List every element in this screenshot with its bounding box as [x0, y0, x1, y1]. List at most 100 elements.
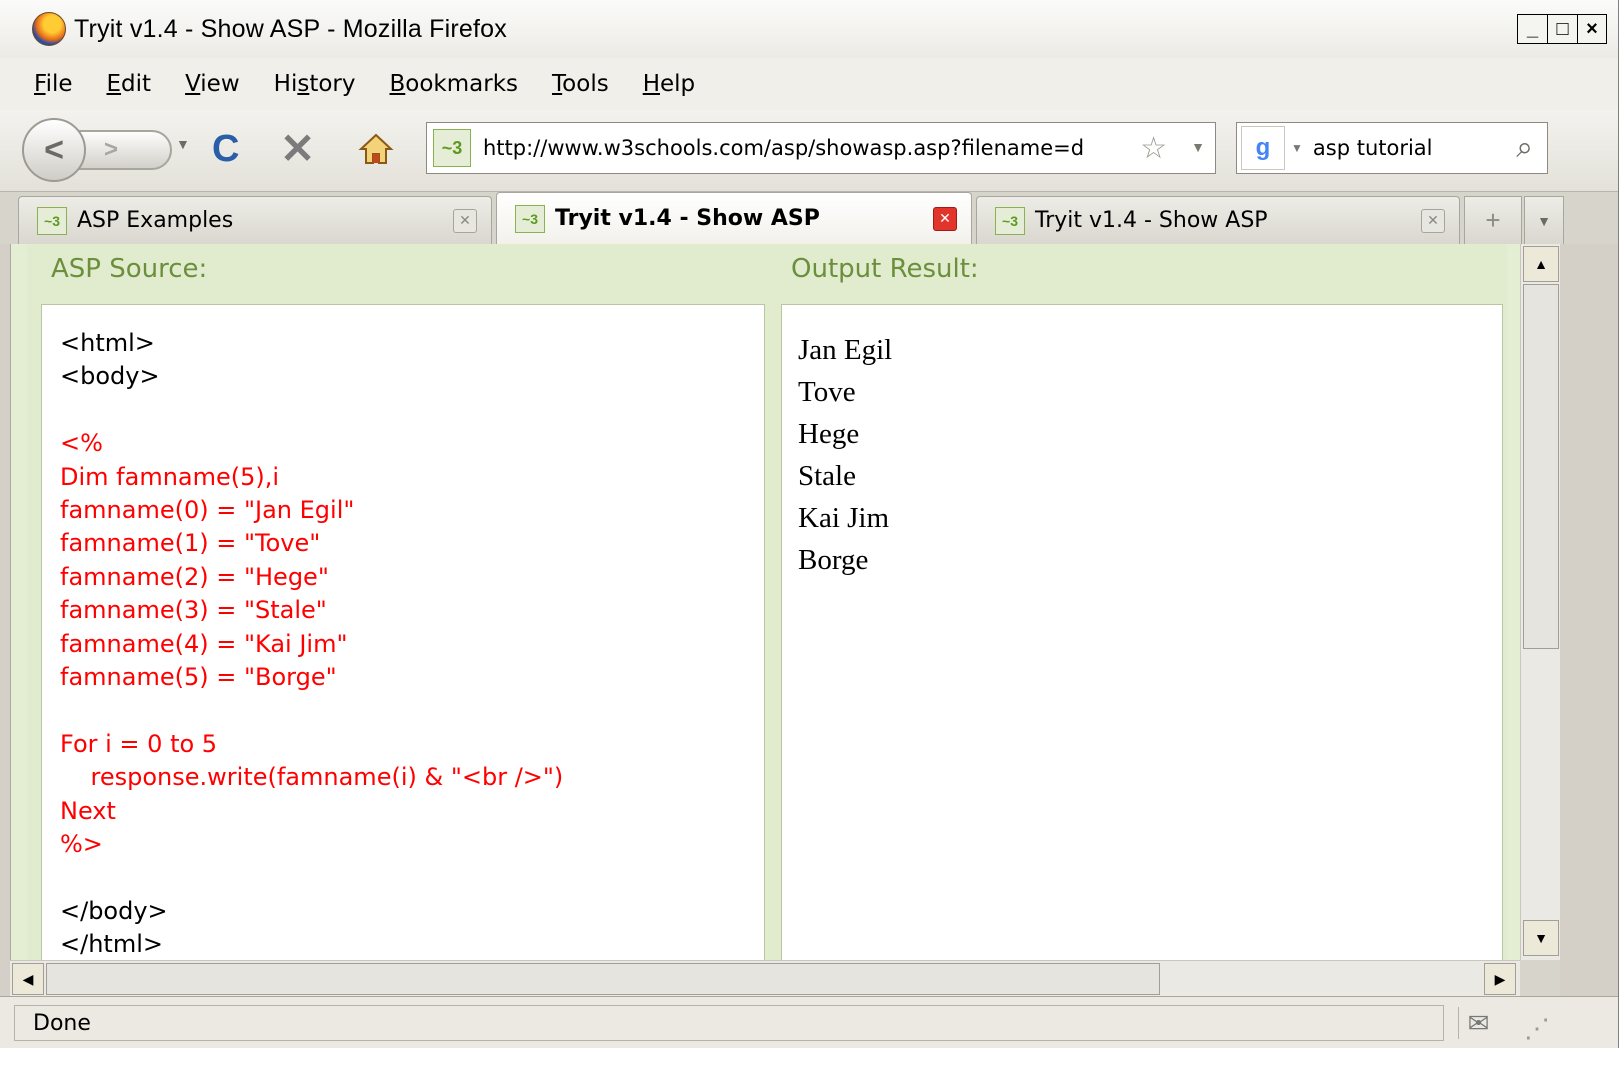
search-engine-dropdown-icon[interactable]: ▼ — [1291, 141, 1303, 155]
output-result: Jan Egil Tove Hege Stale Kai Jim Borge — [798, 329, 892, 581]
back-button[interactable]: < — [22, 118, 86, 182]
list-all-tabs-button[interactable]: ▼ — [1524, 196, 1564, 244]
desktop-background — [0, 1048, 1619, 1078]
plus-icon: + — [1485, 205, 1501, 235]
source-code-line — [60, 862, 563, 895]
vertical-scrollbar[interactable]: ▲ ▼ — [1520, 244, 1560, 960]
menu-bookmarks[interactable]: Bookmarks — [390, 71, 519, 97]
maximize-button[interactable]: □ — [1547, 14, 1577, 44]
minimize-button[interactable]: _ — [1517, 14, 1547, 44]
status-text: Done — [14, 1005, 1444, 1041]
tab-label: Tryit v1.4 - Show ASP — [1035, 208, 1268, 233]
reload-icon[interactable]: C — [212, 128, 239, 171]
navigation-toolbar: > < ▼ C ✕ ~3 http://www.w3schools.com/as… — [0, 110, 1618, 192]
search-bar[interactable]: g ▼ asp tutorial ⌕ — [1236, 122, 1548, 174]
tab-label: Tryit v1.4 - Show ASP — [555, 206, 820, 231]
tryit-container: ASP Source: Output Result: <html> <body> … — [27, 244, 1507, 960]
tab-close-icon[interactable]: ✕ — [933, 206, 957, 231]
new-tab-button[interactable]: + — [1464, 196, 1522, 244]
search-icon[interactable]: ⌕ — [1516, 131, 1533, 165]
horizontal-scrollbar[interactable]: ◀ ▶ — [10, 960, 1520, 996]
tab-strip: ~3 ASP Examples ✕ ~3 Tryit v1.4 - Show A… — [0, 192, 1618, 244]
forward-arrow-icon: > — [104, 136, 119, 163]
browser-window: Tryit v1.4 - Show ASP - Mozilla Firefox … — [0, 0, 1619, 1078]
search-input[interactable]: asp tutorial — [1313, 136, 1516, 160]
output-line: Tove — [798, 376, 856, 408]
source-code-line: famname(4) = "Kai Jim" — [60, 629, 348, 658]
site-favicon-icon: ~3 — [995, 206, 1025, 235]
home-icon[interactable] — [358, 132, 394, 166]
source-code-line: famname(0) = "Jan Egil" — [60, 496, 355, 525]
source-code-line: </html> — [60, 930, 163, 959]
google-icon[interactable]: g — [1241, 126, 1285, 170]
output-line: Kai Jim — [798, 502, 890, 534]
tab-close-icon[interactable]: ✕ — [453, 208, 477, 233]
url-text[interactable]: http://www.w3schools.com/asp/showasp.asp… — [483, 136, 1084, 160]
vertical-scroll-thumb[interactable] — [1523, 284, 1559, 649]
source-code-line: For i = 0 to 5 — [60, 729, 218, 758]
forward-button[interactable]: > — [72, 130, 172, 170]
menu-help[interactable]: Help — [643, 71, 695, 97]
status-bar: Done ✉ ⋰ — [0, 996, 1618, 1048]
source-pane: <html> <body> <% Dim famname(5),i famname(0… — [41, 304, 765, 960]
source-code-line — [60, 694, 563, 727]
tab-asp-examples[interactable]: ~3 ASP Examples ✕ — [18, 196, 492, 244]
source-code-line: famname(1) = "Tove" — [60, 529, 321, 558]
scroll-right-icon[interactable]: ▶ — [1484, 963, 1516, 995]
back-arrow-icon: < — [44, 130, 64, 169]
title-bar: Tryit v1.4 - Show ASP - Mozilla Firefox … — [0, 0, 1618, 58]
bookmark-star-icon[interactable]: ☆ — [1140, 131, 1167, 166]
firefox-icon — [32, 12, 66, 46]
site-favicon-icon: ~3 — [37, 206, 67, 235]
source-code-line: </body> — [60, 896, 168, 925]
tab-tryit[interactable]: ~3 Tryit v1.4 - Show ASP ✕ — [976, 196, 1460, 244]
scroll-up-icon[interactable]: ▲ — [1523, 246, 1559, 282]
stop-icon[interactable]: ✕ — [280, 124, 315, 173]
back-forward-group: > < ▼ — [22, 118, 200, 182]
menu-tools[interactable]: Tools — [552, 71, 609, 97]
source-code-line: Dim famname(5),i — [60, 462, 280, 491]
menu-edit[interactable]: Edit — [107, 71, 152, 97]
menu-file[interactable]: File — [34, 71, 73, 97]
source-heading: ASP Source: — [51, 254, 208, 284]
tab-label: ASP Examples — [77, 208, 234, 233]
source-code-line: <body> — [60, 362, 160, 391]
output-line: Jan Egil — [798, 334, 893, 366]
source-code: <html> <body> <% Dim famname(5),i famname(0… — [60, 327, 563, 960]
mail-icon[interactable]: ✉ — [1458, 1007, 1498, 1039]
page-content: ASP Source: Output Result: <html> <body> … — [10, 244, 1520, 960]
source-code-line: Next — [60, 796, 116, 825]
source-code-line — [60, 394, 563, 427]
source-code-line: famname(3) = "Stale" — [60, 596, 327, 625]
chevron-down-icon: ▼ — [1537, 212, 1551, 229]
menu-view[interactable]: View — [185, 71, 240, 97]
site-favicon-icon: ~3 — [433, 129, 471, 167]
source-code-line: famname(5) = "Borge" — [60, 663, 337, 692]
source-code-line: famname(2) = "Hege" — [60, 562, 329, 591]
scrollbar-corner — [1520, 960, 1560, 996]
output-line: Borge — [798, 544, 869, 576]
url-bar[interactable]: ~3 http://www.w3schools.com/asp/showasp.… — [426, 122, 1216, 174]
menu-bar: File Edit View History Bookmarks Tools H… — [0, 58, 1618, 110]
window-controls: _ □ × — [1517, 14, 1607, 44]
source-code-line: <% — [60, 429, 103, 458]
output-pane: Jan Egil Tove Hege Stale Kai Jim Borge — [781, 304, 1503, 960]
window-title: Tryit v1.4 - Show ASP - Mozilla Firefox — [74, 14, 507, 43]
source-code-line: %> — [60, 830, 103, 859]
resize-grip-icon[interactable]: ⋰ — [1524, 1013, 1550, 1044]
tab-close-icon[interactable]: ✕ — [1421, 208, 1445, 233]
output-line: Stale — [798, 460, 856, 492]
horizontal-scroll-thumb[interactable] — [46, 963, 1160, 995]
source-code-line: response.write(famname(i) & "<br />") — [60, 763, 564, 792]
url-dropdown-icon[interactable]: ▼ — [1191, 139, 1205, 155]
tab-tryit-active[interactable]: ~3 Tryit v1.4 - Show ASP ✕ — [496, 192, 972, 244]
close-button[interactable]: × — [1577, 14, 1607, 44]
menu-history[interactable]: History — [274, 71, 356, 97]
output-line: Hege — [798, 418, 860, 450]
scroll-down-icon[interactable]: ▼ — [1523, 920, 1559, 956]
site-favicon-icon: ~3 — [515, 204, 545, 233]
scroll-left-icon[interactable]: ◀ — [12, 963, 44, 995]
output-heading: Output Result: — [791, 254, 979, 284]
history-dropdown-icon[interactable]: ▼ — [176, 136, 190, 152]
source-code-line: <html> — [60, 329, 155, 357]
